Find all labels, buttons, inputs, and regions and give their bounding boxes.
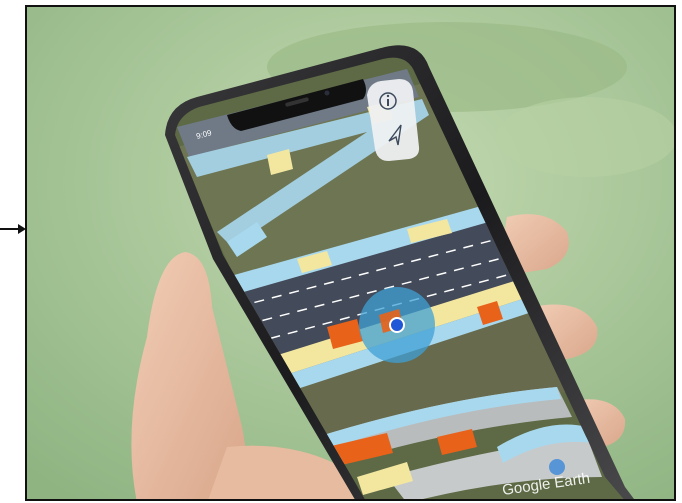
location-dot [389, 317, 405, 333]
phone-photo: Google Earth 9:09 [25, 5, 676, 501]
pointer-arrow-line [0, 228, 20, 230]
